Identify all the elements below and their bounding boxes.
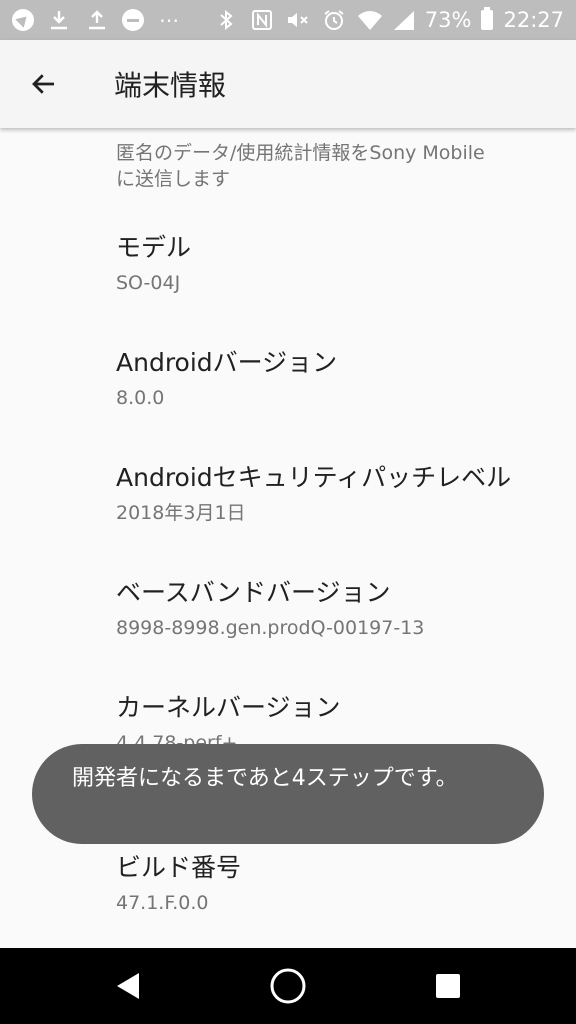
list-item-security-patch[interactable]: Androidセキュリティパッチレベル 2018年3月1日 (116, 462, 556, 526)
list-item-build-number[interactable]: ビルド番号 47.1.F.0.0 (116, 852, 556, 916)
nav-back-button[interactable] (106, 964, 150, 1008)
alarm-icon (321, 7, 347, 33)
mute-icon (285, 7, 311, 33)
notification-icons: ⋯ (12, 7, 182, 33)
battery-percent: 73% (424, 8, 472, 32)
item-summary: 47.1.F.0.0 (116, 892, 209, 914)
wifi-icon (357, 7, 383, 33)
status-bar: ⋯ 73% 22:27 (0, 0, 576, 40)
triangle-back-icon (117, 973, 139, 999)
item-title: モデル (116, 233, 192, 262)
circle-home-icon (270, 968, 306, 1004)
system-icons: 73% 22:27 (213, 7, 564, 33)
nav-home-button[interactable] (266, 964, 310, 1008)
square-recents-icon (436, 974, 460, 998)
item-title: カーネルバージョン (116, 693, 341, 722)
item-title: Androidバージョン (116, 348, 338, 377)
battery-icon (481, 7, 494, 30)
arrow-left-icon (32, 74, 54, 94)
nfc-icon (249, 7, 275, 33)
item-title: ベースバンドバージョン (116, 578, 391, 607)
more-notifications-icon: ⋯ (159, 8, 179, 32)
nav-recents-button[interactable] (426, 964, 470, 1008)
item-summary: SO-04J (116, 272, 181, 294)
cell-signal-icon (393, 10, 415, 30)
item-summary: 8.0.0 (116, 387, 165, 409)
list-item-model[interactable]: モデル SO-04J (116, 232, 556, 296)
do-not-disturb-icon (122, 9, 144, 31)
toast-message: 開発者になるまであと4ステップです。 (32, 744, 544, 844)
download-icon (46, 7, 72, 33)
navigation-bar (0, 948, 576, 1024)
bluetooth-icon (213, 7, 239, 33)
item-title: ビルド番号 (116, 853, 242, 882)
list-item-android-version[interactable]: Androidバージョン 8.0.0 (116, 347, 556, 411)
item-summary: 8998-8998.gen.prodQ-00197-13 (116, 617, 425, 639)
list-item-usage-data[interactable]: 匿名のデータ/使用統計情報をSony Mobile に送信します (116, 140, 556, 192)
back-button[interactable] (14, 54, 74, 114)
page-title: 端末情報 (114, 69, 227, 102)
navigation-icon (12, 9, 34, 31)
item-summary: 匿名のデータ/使用統計情報をSony Mobile に送信します (116, 142, 485, 190)
app-bar: 端末情報 (0, 40, 576, 128)
upload-icon (84, 7, 110, 33)
item-title: Androidセキュリティパッチレベル (116, 463, 512, 492)
clock: 22:27 (503, 8, 564, 32)
list-item-baseband-version[interactable]: ベースバンドバージョン 8998-8998.gen.prodQ-00197-13 (116, 577, 556, 641)
item-summary: 2018年3月1日 (116, 502, 246, 524)
